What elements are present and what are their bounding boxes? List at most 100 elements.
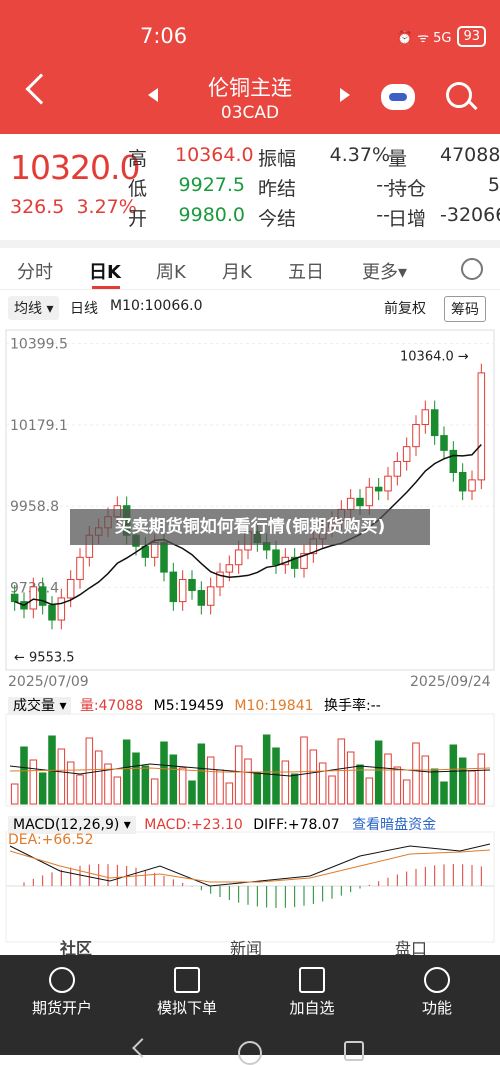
tab-intraday[interactable]: 分时 — [17, 258, 53, 284]
chip-button[interactable]: 筹码 — [444, 296, 486, 322]
contract-title: 伦铜主连 — [208, 76, 292, 100]
adjust-button[interactable]: 前复权 — [384, 298, 426, 318]
candle-body — [421, 409, 430, 426]
quote-label: 开 — [128, 208, 148, 230]
previous-contract-icon[interactable] — [148, 88, 158, 102]
volume-bar — [309, 749, 318, 805]
status-bar: 7:06 ⏰ ᯤ 5G 93 — [0, 24, 500, 52]
x-axis-end-label: 2025/09/24 — [410, 674, 491, 690]
candle-body — [440, 435, 448, 451]
ma-select[interactable]: 均线 ▾ — [8, 296, 60, 320]
volume-bar — [141, 765, 150, 805]
nav-sim-order[interactable]: 模拟下单 — [137, 961, 237, 1018]
nav-bar: 伦铜主连 03CAD — [0, 70, 500, 130]
volume-value: 量:47088 — [79, 698, 144, 714]
x-axis-start-label: 2025/07/09 — [8, 674, 89, 690]
quote-value: -32066 — [440, 204, 500, 226]
diff-value: DIFF:+78.07 — [253, 817, 340, 833]
app-header: 7:06 ⏰ ᯤ 5G 93 伦铜主连 03CAD — [0, 0, 500, 134]
candle-body — [402, 446, 411, 462]
volume-bar — [188, 780, 196, 805]
volume-bar — [440, 781, 448, 805]
watermark-banner: 买卖期货铜如何看行情(铜期货购买) — [70, 509, 430, 545]
nav-open-account-label: 期货开户 — [31, 999, 92, 1017]
volume-bar — [430, 768, 439, 805]
volume-bar — [374, 740, 383, 805]
candle-body — [477, 372, 486, 481]
volume-bar — [365, 777, 374, 805]
volume-bar — [150, 778, 159, 805]
system-home-icon[interactable] — [238, 1041, 262, 1065]
ma-value: M10:10066.0 — [110, 298, 203, 314]
volume-bar — [197, 743, 206, 805]
volume-bar — [384, 753, 392, 805]
tab-five-day[interactable]: 五日 — [288, 258, 324, 284]
macd-value: MACD:+23.10 — [144, 817, 243, 833]
active-tab-indicator — [92, 286, 120, 289]
quote-panel: 10320.0 326.5 3.27% 高 10364.0 振幅 4.37% 量 4708… — [0, 134, 500, 240]
candle-body — [458, 471, 467, 492]
search-icon[interactable] — [446, 82, 472, 108]
gear-icon[interactable] — [461, 258, 483, 280]
macd-header: MACD(12,26,9) ▾ MACD:+23.10 DIFF:+78.07 … — [8, 814, 436, 834]
candle-body — [76, 556, 84, 580]
volume-bar — [449, 744, 458, 805]
menu-icon — [424, 967, 450, 993]
max-price-label: 10364.0 → — [400, 350, 469, 365]
bottom-nav: 期货开户 模拟下单 加自选 功能 — [0, 955, 500, 1027]
kline-chart[interactable]: 10399.510179.19958.89738.410364.0 →← 955… — [0, 326, 500, 946]
chart-toolbar: 均线 ▾ 日线 M10:10066.0 前复权 筹码 — [0, 296, 500, 322]
volume-header: 成交量 ▾ 量:47088 M5:19459 M10:19841 换手率:-- — [8, 695, 381, 715]
quote-label: 高 — [128, 148, 148, 170]
volume-select[interactable]: 成交量 ▾ — [8, 697, 72, 715]
nav-functions[interactable]: 功能 — [387, 961, 487, 1018]
candle-body — [384, 475, 392, 492]
diff-line — [9, 843, 491, 887]
volume-m10: M10:19841 — [234, 698, 314, 714]
quote-value: 9980.0 — [178, 204, 245, 226]
macd-pane-frame — [5, 831, 495, 943]
volume-bar — [132, 752, 140, 805]
volume-bar — [346, 751, 355, 805]
tab-daily[interactable]: 日K — [89, 258, 121, 284]
volume-bar — [272, 747, 280, 805]
period-tabs: 分时 日K 周K 月K 五日 更多▾ — [0, 248, 500, 290]
back-icon[interactable] — [25, 73, 57, 105]
min-price-label: ← 9553.5 — [14, 651, 75, 666]
tab-more[interactable]: 更多▾ — [362, 258, 407, 284]
quote-value: -- — [376, 174, 390, 196]
candle-body — [169, 571, 178, 603]
peek-tabs: 社区 新闻 盘口 — [0, 935, 500, 958]
system-recents-icon[interactable] — [344, 1041, 364, 1061]
nav-add-watchlist-label: 加自选 — [289, 999, 335, 1017]
candle-body — [48, 604, 56, 621]
candle-body — [197, 590, 206, 606]
candle-body — [188, 578, 196, 592]
candle-body — [393, 460, 402, 477]
nav-add-watchlist[interactable]: 加自选 — [262, 961, 362, 1018]
volume-bar — [468, 770, 476, 805]
candle-body — [412, 424, 420, 448]
dark-pool-link[interactable]: 查看暗盘资金 — [352, 817, 436, 833]
next-contract-icon[interactable] — [340, 88, 350, 102]
volume-bar — [85, 737, 94, 805]
tab-monthly[interactable]: 月K — [222, 258, 252, 284]
line-type: 日线 — [70, 301, 98, 317]
volume-bar — [160, 741, 168, 805]
nav-functions-label: 功能 — [421, 999, 452, 1017]
alarm-signal-icon: ⏰ ᯤ 5G — [396, 30, 452, 46]
volume-bar — [402, 779, 411, 805]
tab-weekly[interactable]: 周K — [156, 258, 186, 284]
volume-bar — [169, 754, 178, 805]
chart-area[interactable]: 10399.510179.19958.89738.410364.0 →← 955… — [0, 326, 500, 956]
volume-bar — [10, 783, 19, 805]
candle-body — [29, 586, 38, 610]
volume-bar — [300, 736, 308, 805]
volume-bar — [290, 773, 299, 805]
nav-open-account[interactable]: 期货开户 — [12, 961, 112, 1018]
quote-label: 量 — [388, 148, 408, 170]
robot-assistant-icon[interactable] — [381, 84, 415, 110]
volume-bar — [458, 757, 467, 805]
volume-bar — [76, 774, 84, 805]
volume-bar — [225, 782, 234, 805]
